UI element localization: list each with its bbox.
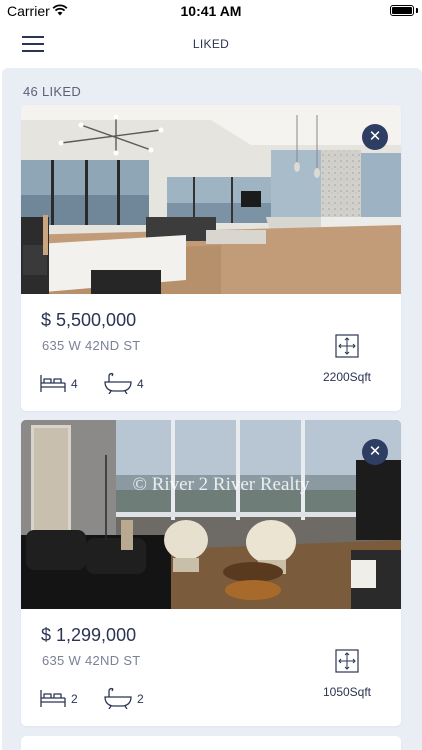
page-title: LIKED — [192, 37, 230, 51]
beds-count: 4 — [71, 377, 78, 391]
bed-icon — [40, 375, 66, 392]
area-icon — [335, 334, 359, 358]
remove-like-button[interactable]: ✕ — [362, 439, 388, 465]
battery-icon — [390, 5, 414, 16]
listing-area: 2200Sqft — [322, 370, 372, 384]
bathtub-icon — [104, 372, 132, 394]
status-time: 10:41 AM — [180, 3, 242, 19]
listing-price: $ 1,299,000 — [41, 625, 137, 645]
battery-cap — [416, 8, 418, 13]
bathtub-icon — [104, 687, 132, 709]
beds-count: 2 — [71, 692, 78, 706]
listing-card[interactable]: ✕ $ 5,500,000 635 W 42ND ST 4 4 2200Sqft — [21, 105, 401, 411]
listing-photo[interactable]: © River 2 River Realty — [21, 420, 401, 609]
nav-bar: LIKED — [0, 22, 422, 66]
status-bar: Carrier 10:41 AM — [0, 0, 422, 22]
baths-count: 2 — [137, 692, 144, 706]
listing-card[interactable]: © River 2 River Realty ✕ $ 1,299,000 635… — [21, 420, 401, 726]
photo-watermark: © River 2 River Realty — [133, 474, 310, 495]
listing-photo[interactable] — [21, 105, 401, 294]
liked-count: 46 LIKED — [23, 84, 82, 99]
listing-card[interactable] — [21, 736, 401, 750]
listing-address: 635 W 42ND ST — [42, 653, 141, 668]
listing-area: 1050Sqft — [322, 685, 372, 699]
area-icon — [335, 649, 359, 673]
bed-icon — [40, 690, 66, 707]
remove-like-button[interactable]: ✕ — [362, 124, 388, 150]
listing-price: $ 5,500,000 — [41, 310, 137, 330]
liked-list[interactable]: 46 LIKED ✕ $ 5,500,000 635 W 42ND ST 4 4… — [2, 68, 422, 750]
baths-count: 4 — [137, 377, 144, 391]
listing-address: 635 W 42ND ST — [42, 338, 141, 353]
